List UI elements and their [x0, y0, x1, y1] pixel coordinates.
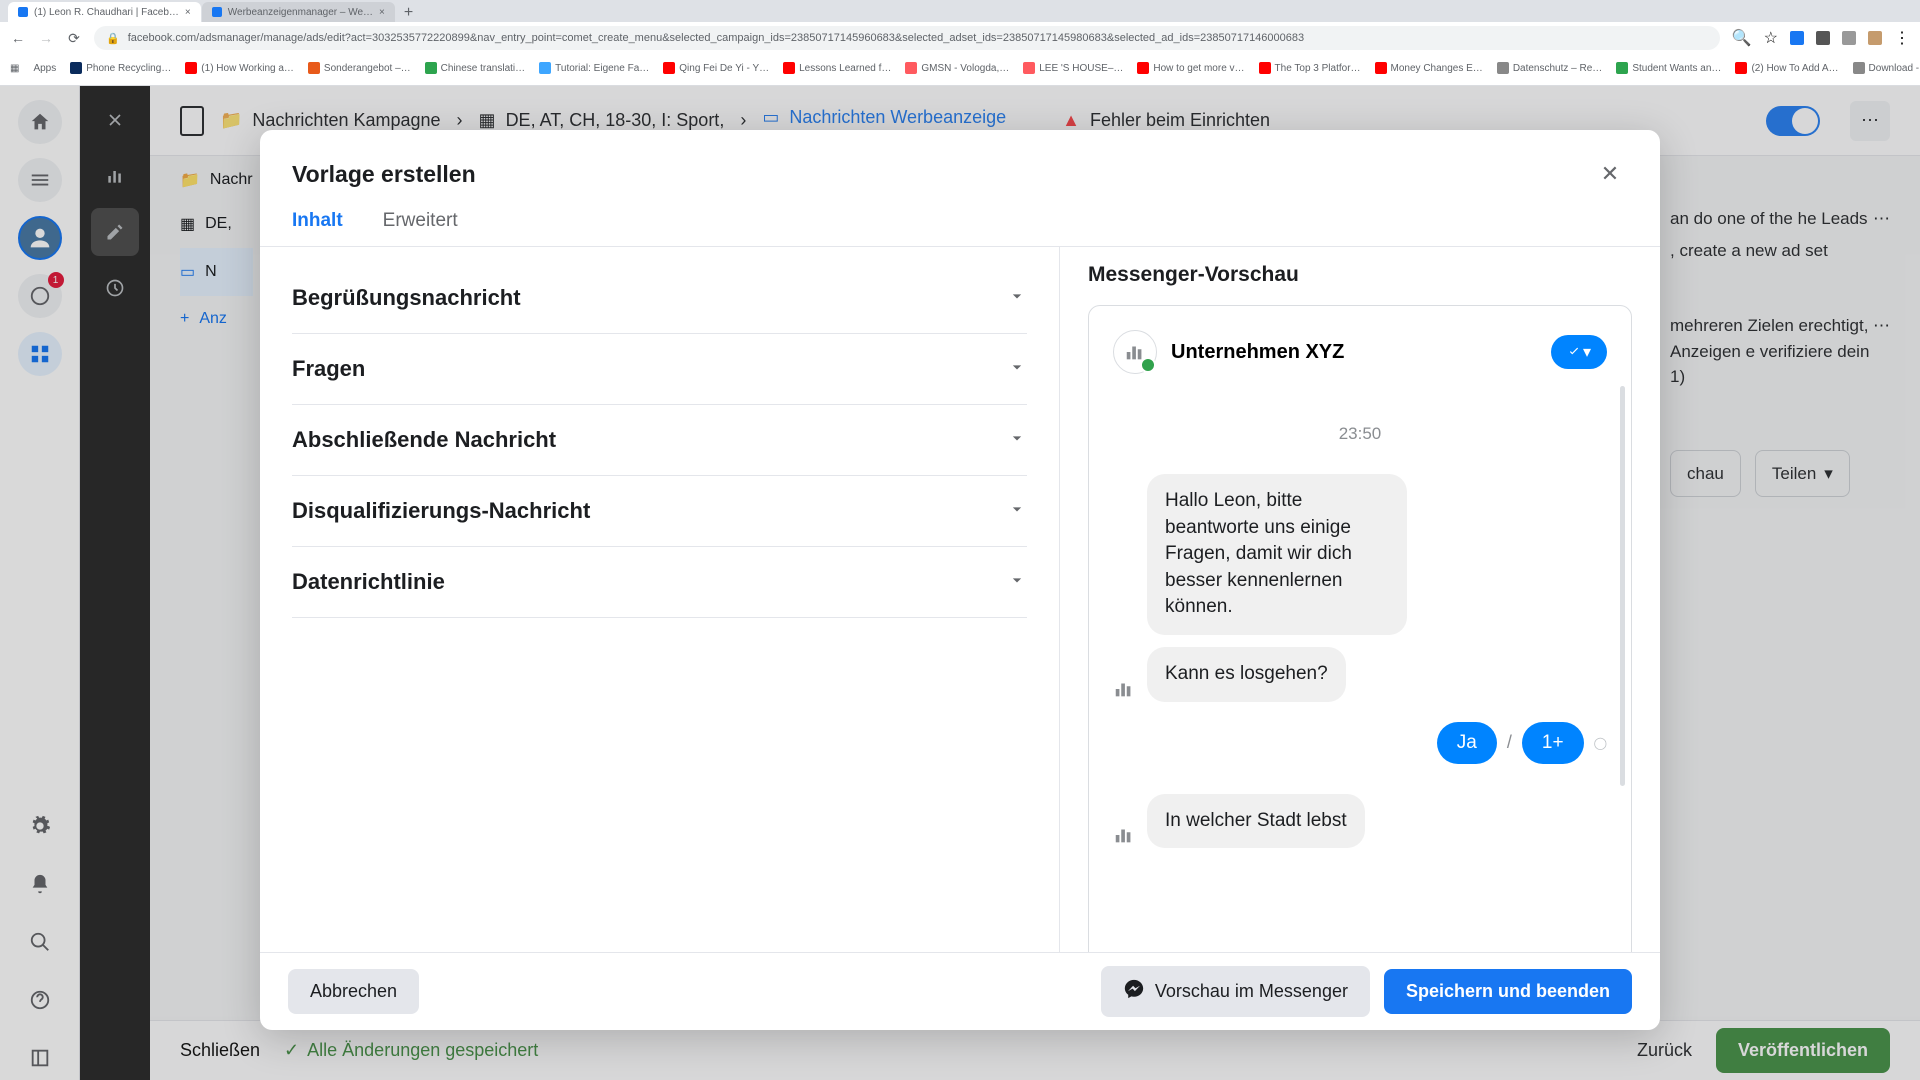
accordion-title: Datenrichtlinie — [292, 569, 445, 595]
url-text: facebook.com/adsmanager/manage/ads/edit?… — [128, 32, 1304, 44]
bookmark[interactable]: Qing Fei De Yi - Y… — [663, 62, 769, 74]
chevron-down-icon — [1007, 286, 1027, 311]
chevron-down-icon — [1007, 499, 1027, 524]
lock-icon: 🔒 — [106, 32, 120, 45]
bookmark[interactable]: Phone Recycling… — [70, 62, 171, 74]
accordion-questions[interactable]: Fragen — [292, 334, 1027, 405]
tab-advanced[interactable]: Erweitert — [383, 210, 458, 246]
bookmark[interactable]: Apps — [33, 63, 56, 74]
accordion-list: Begrüßungsnachricht Fragen Abschließende… — [260, 247, 1060, 952]
url-field[interactable]: 🔒 facebook.com/adsmanager/manage/ads/edi… — [94, 26, 1720, 50]
reply-row: Ja / 1+ ◯ — [1113, 722, 1607, 764]
bookmark[interactable]: Datenschutz – Re… — [1497, 62, 1603, 74]
accordion-title: Abschließende Nachricht — [292, 427, 556, 453]
button-label: Vorschau im Messenger — [1155, 981, 1348, 1002]
cancel-button[interactable]: Abbrechen — [288, 969, 419, 1014]
accordion-title: Fragen — [292, 356, 365, 382]
message-row: In welcher Stadt lebst — [1113, 794, 1607, 849]
messenger-preview: Unternehmen XYZ ▾ 23:50 Hallo Leon, bitt… — [1088, 305, 1632, 952]
accordion-greeting[interactable]: Begrüßungsnachricht — [292, 263, 1027, 334]
sender-avatar — [1113, 824, 1137, 848]
save-button[interactable]: Speichern und beenden — [1384, 969, 1632, 1014]
bookmark[interactable]: Chinese translati… — [425, 62, 525, 74]
extension-icon[interactable] — [1790, 31, 1804, 45]
modal-header: Vorlage erstellen ✕ — [260, 130, 1660, 192]
sent-icon: ◯ — [1594, 736, 1607, 750]
company-avatar — [1113, 330, 1157, 374]
company-name: Unternehmen XYZ — [1171, 341, 1344, 364]
message-row: Kann es losgehen? — [1113, 647, 1607, 702]
bookmark[interactable]: Student Wants an… — [1616, 62, 1721, 74]
question-bubble: In welcher Stadt lebst — [1147, 794, 1365, 849]
accordion-title: Disqualifizierungs-Nachricht — [292, 498, 590, 524]
tab-title: Werbeanzeigenmanager – We… — [228, 7, 373, 18]
new-tab-button[interactable]: + — [396, 4, 421, 22]
chevron-down-icon — [1007, 428, 1027, 453]
reply-separator: / — [1507, 732, 1512, 753]
bookmark[interactable]: How to get more v… — [1137, 62, 1244, 74]
bookmark-bar: ▦ Apps Phone Recycling… (1) How Working … — [0, 54, 1920, 82]
tab-strip: (1) Leon R. Chaudhari | Faceb… × Werbeanz… — [0, 0, 1920, 22]
bookmark[interactable]: The Top 3 Platfor… — [1259, 62, 1361, 74]
bookmark[interactable]: Money Changes E… — [1375, 62, 1483, 74]
bookmark[interactable]: LEE 'S HOUSE–… — [1023, 62, 1123, 74]
browser-chrome: (1) Leon R. Chaudhari | Faceb… × Werbeanz… — [0, 0, 1920, 86]
bookmark[interactable]: (1) How Working a… — [185, 62, 294, 74]
tab-title: (1) Leon R. Chaudhari | Faceb… — [34, 7, 179, 18]
bookmark[interactable]: Sonderangebot –… — [308, 62, 411, 74]
accordion-title: Begrüßungsnachricht — [292, 285, 521, 311]
accordion-disqualify[interactable]: Disqualifizierungs-Nachricht — [292, 476, 1027, 547]
quick-reply[interactable]: 1+ — [1522, 722, 1584, 764]
tab-content[interactable]: Inhalt — [292, 210, 343, 246]
close-icon[interactable]: × — [379, 7, 385, 18]
forward-button[interactable]: → — [38, 30, 54, 46]
preview-pane: Messenger-Vorschau Unternehmen XYZ ▾ 23:… — [1060, 247, 1660, 952]
star-icon[interactable]: ☆ — [1764, 28, 1778, 48]
extension-icon[interactable] — [1816, 31, 1830, 45]
messenger-icon — [1123, 978, 1145, 1005]
modal-title: Vorlage erstellen — [292, 161, 476, 188]
apps-icon[interactable]: ▦ — [10, 63, 19, 74]
verify-pill: ▾ — [1551, 335, 1607, 369]
chevron-down-icon — [1007, 570, 1027, 595]
menu-icon[interactable]: ⋮ — [1894, 28, 1910, 48]
zoom-icon[interactable]: 🔍 — [1732, 28, 1752, 48]
accordion-privacy[interactable]: Datenrichtlinie — [292, 547, 1027, 618]
preview-in-messenger-button[interactable]: Vorschau im Messenger — [1101, 966, 1370, 1017]
close-icon[interactable]: × — [185, 7, 191, 18]
bookmark[interactable]: Lessons Learned f… — [783, 62, 891, 74]
chevron-down-icon — [1007, 357, 1027, 382]
bookmark[interactable]: Tutorial: Eigene Fa… — [539, 62, 649, 74]
chat-header: Unternehmen XYZ ▾ — [1113, 330, 1607, 374]
bookmark[interactable]: GMSN - Vologda,… — [905, 62, 1009, 74]
message-row: Hallo Leon, bitte beantworte uns einige … — [1113, 474, 1607, 635]
extension-icon[interactable] — [1868, 31, 1882, 45]
modal-tabs: Inhalt Erweitert — [260, 192, 1660, 247]
prompt-bubble: Kann es losgehen? — [1147, 647, 1346, 702]
quick-reply[interactable]: Ja — [1437, 722, 1497, 764]
greeting-bubble: Hallo Leon, bitte beantworte uns einige … — [1147, 474, 1407, 635]
timestamp: 23:50 — [1113, 424, 1607, 444]
reload-button[interactable]: ⟳ — [66, 30, 82, 46]
back-button[interactable]: ← — [10, 30, 26, 46]
modal-footer: Abbrechen Vorschau im Messenger Speicher… — [260, 952, 1660, 1030]
scrollbar[interactable] — [1620, 386, 1625, 786]
sender-avatar — [1113, 678, 1137, 702]
template-modal: Vorlage erstellen ✕ Inhalt Erweitert Beg… — [260, 130, 1660, 1030]
bookmark[interactable]: (2) How To Add A… — [1735, 62, 1838, 74]
close-icon[interactable]: ✕ — [1592, 156, 1628, 192]
address-bar: ← → ⟳ 🔒 facebook.com/adsmanager/manage/a… — [0, 22, 1920, 54]
browser-tab[interactable]: (1) Leon R. Chaudhari | Faceb… × — [8, 2, 201, 22]
browser-tab[interactable]: Werbeanzeigenmanager – We… × — [202, 2, 395, 22]
preview-title: Messenger-Vorschau — [1088, 263, 1632, 287]
accordion-closing[interactable]: Abschließende Nachricht — [292, 405, 1027, 476]
bookmark[interactable]: Download - Cooki… — [1853, 62, 1920, 74]
extension-icon[interactable] — [1842, 31, 1856, 45]
